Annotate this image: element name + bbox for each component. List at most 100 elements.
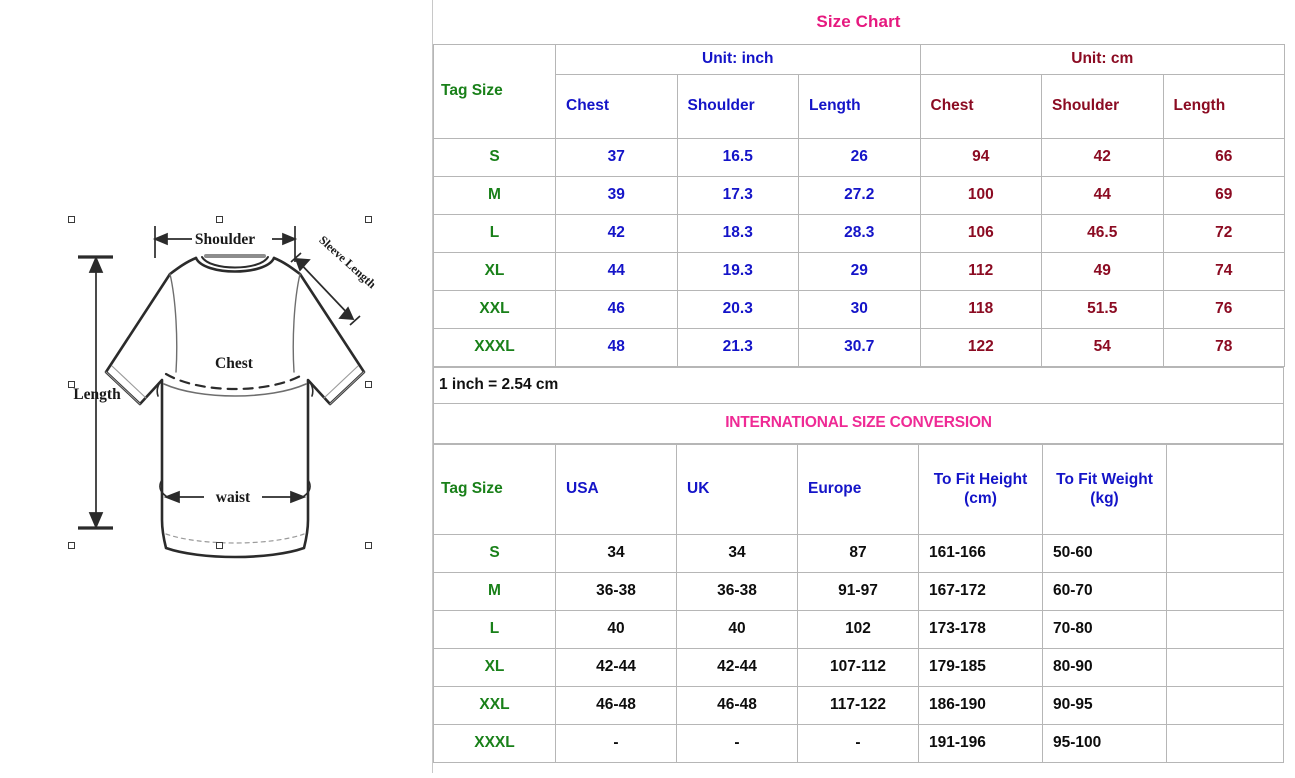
table-row: S 34 34 87 161-166 50-60: [433, 534, 1284, 573]
header-usa: USA: [555, 444, 677, 535]
table-row: L 42 18.3 28.3 106 46.5 72: [433, 214, 1286, 253]
selection-handle-top-center[interactable]: [216, 216, 223, 223]
header-cm-shoulder: Shoulder: [1041, 74, 1164, 139]
selection-handle-middle-right[interactable]: [365, 381, 372, 388]
cell-height: 186-190: [918, 686, 1043, 725]
cell-cm-chest: 106: [919, 214, 1043, 253]
table-row: XXXL - - - 191-196 95-100: [433, 724, 1284, 763]
cell-tag: XXXL: [433, 724, 556, 763]
cell-uk: 36-38: [676, 572, 798, 611]
size-chart-page: Shoulder Sleeve Length Chest Length wais…: [0, 0, 1295, 773]
cell-usa: 40: [555, 610, 677, 649]
cell-weight: 60-70: [1042, 572, 1167, 611]
international-conversion-table: Tag Size USA UK Europe To Fit Height (cm…: [433, 444, 1284, 763]
cell-cm-chest: 118: [919, 290, 1043, 329]
conversion-header-row: Tag Size USA UK Europe To Fit Height (cm…: [433, 444, 1284, 535]
cell-cm-shoulder: 49: [1041, 252, 1164, 291]
cell-cm-length: 72: [1162, 214, 1286, 253]
cell-inch-length: 26: [798, 138, 921, 177]
table-row: M 36-38 36-38 91-97 167-172 60-70: [433, 572, 1284, 611]
cell-uk: 42-44: [676, 648, 798, 687]
selection-handle-top-right[interactable]: [365, 216, 372, 223]
cell-tag: S: [433, 534, 556, 573]
cell-weight: 80-90: [1042, 648, 1167, 687]
cell-inch-chest: 37: [555, 138, 678, 177]
cell-height: 179-185: [918, 648, 1043, 687]
cell-europe: -: [797, 724, 919, 763]
cell-inch-shoulder: 18.3: [676, 214, 799, 253]
tshirt-diagram[interactable]: Shoulder Sleeve Length Chest Length wais…: [0, 0, 432, 773]
conversion-note: 1 inch = 2.54 cm: [433, 367, 1284, 404]
header-inch-length: Length: [798, 74, 921, 139]
header-unit-inch: Unit: inch: [555, 44, 921, 75]
header-conv-tag-size: Tag Size: [433, 444, 556, 535]
cell-blank: [1166, 686, 1284, 725]
size-table: Tag Size Unit: inch Unit: cm Chest Shoul…: [433, 44, 1286, 367]
header-tag-size: Tag Size: [433, 44, 556, 139]
header-cm-chest: Chest: [919, 74, 1043, 139]
header-to-fit-weight: To Fit Weight (kg): [1042, 444, 1167, 535]
cell-cm-chest: 122: [919, 328, 1043, 367]
selection-handle-bottom-right[interactable]: [365, 542, 372, 549]
cell-usa: 34: [555, 534, 677, 573]
cell-inch-length: 27.2: [798, 176, 921, 215]
cell-inch-length: 29: [798, 252, 921, 291]
selection-handle-middle-left[interactable]: [68, 381, 75, 388]
selection-handle-bottom-left[interactable]: [68, 542, 75, 549]
cell-tag: XXL: [433, 686, 556, 725]
table-row: XL 44 19.3 29 112 49 74: [433, 252, 1286, 291]
table-row: XXL 46 20.3 30 118 51.5 76: [433, 290, 1286, 329]
conversion-note-table: 1 inch = 2.54 cm INTERNATIONAL SIZE CONV…: [433, 367, 1284, 444]
header-europe: Europe: [797, 444, 919, 535]
tshirt-diagram-panel: Shoulder Sleeve Length Chest Length wais…: [0, 0, 433, 773]
chart-title-cell: Size Chart: [433, 0, 1284, 44]
cell-inch-shoulder: 19.3: [676, 252, 799, 291]
cell-inch-shoulder: 16.5: [676, 138, 799, 177]
cell-uk: -: [676, 724, 798, 763]
diagram-label-sleeve-length: Sleeve Length: [316, 233, 379, 292]
cell-europe: 91-97: [797, 572, 919, 611]
cell-blank: [1166, 648, 1284, 687]
diagram-label-waist: waist: [216, 489, 251, 506]
cell-blank: [1166, 534, 1284, 573]
cell-usa: 46-48: [555, 686, 677, 725]
cell-inch-length: 30: [798, 290, 921, 329]
header-unit-cm: Unit: cm: [919, 44, 1286, 75]
cell-usa: 42-44: [555, 648, 677, 687]
header-cm-length: Length: [1162, 74, 1286, 139]
cell-cm-length: 66: [1162, 138, 1286, 177]
header-inch-shoulder: Shoulder: [676, 74, 799, 139]
cell-tag: XL: [433, 648, 556, 687]
size-chart-title-table: Size Chart: [433, 0, 1284, 44]
cell-blank: [1166, 572, 1284, 611]
selection-handle-bottom-center[interactable]: [216, 542, 223, 549]
cell-weight: 70-80: [1042, 610, 1167, 649]
header-to-fit-height: To Fit Height (cm): [918, 444, 1043, 535]
cell-usa: -: [555, 724, 677, 763]
cell-blank: [1166, 610, 1284, 649]
page-title: Size Chart: [816, 11, 901, 31]
cell-tag: L: [433, 214, 556, 253]
cell-cm-shoulder: 46.5: [1041, 214, 1164, 253]
cell-inch-chest: 48: [555, 328, 678, 367]
cell-height: 167-172: [918, 572, 1043, 611]
cell-cm-length: 78: [1162, 328, 1286, 367]
cell-height: 161-166: [918, 534, 1043, 573]
size-table-sub-header-row: Chest Shoulder Length Chest Shoulder Len…: [434, 74, 1286, 139]
selection-handle-top-left[interactable]: [68, 216, 75, 223]
cell-tag: XXL: [433, 290, 556, 329]
cell-tag: L: [433, 610, 556, 649]
cell-cm-shoulder: 42: [1041, 138, 1164, 177]
cell-uk: 34: [676, 534, 798, 573]
cell-europe: 117-122: [797, 686, 919, 725]
tables-panel: Size Chart Tag Size Unit: inch Unit: cm …: [433, 0, 1295, 773]
cell-inch-chest: 46: [555, 290, 678, 329]
table-row: M 39 17.3 27.2 100 44 69: [433, 176, 1286, 215]
cell-weight: 50-60: [1042, 534, 1167, 573]
cell-inch-length: 28.3: [798, 214, 921, 253]
header-blank: [1166, 444, 1284, 535]
international-size-conversion-title: INTERNATIONAL SIZE CONVERSION: [433, 403, 1284, 444]
cell-cm-length: 76: [1162, 290, 1286, 329]
cell-cm-chest: 94: [919, 138, 1043, 177]
cell-europe: 87: [797, 534, 919, 573]
